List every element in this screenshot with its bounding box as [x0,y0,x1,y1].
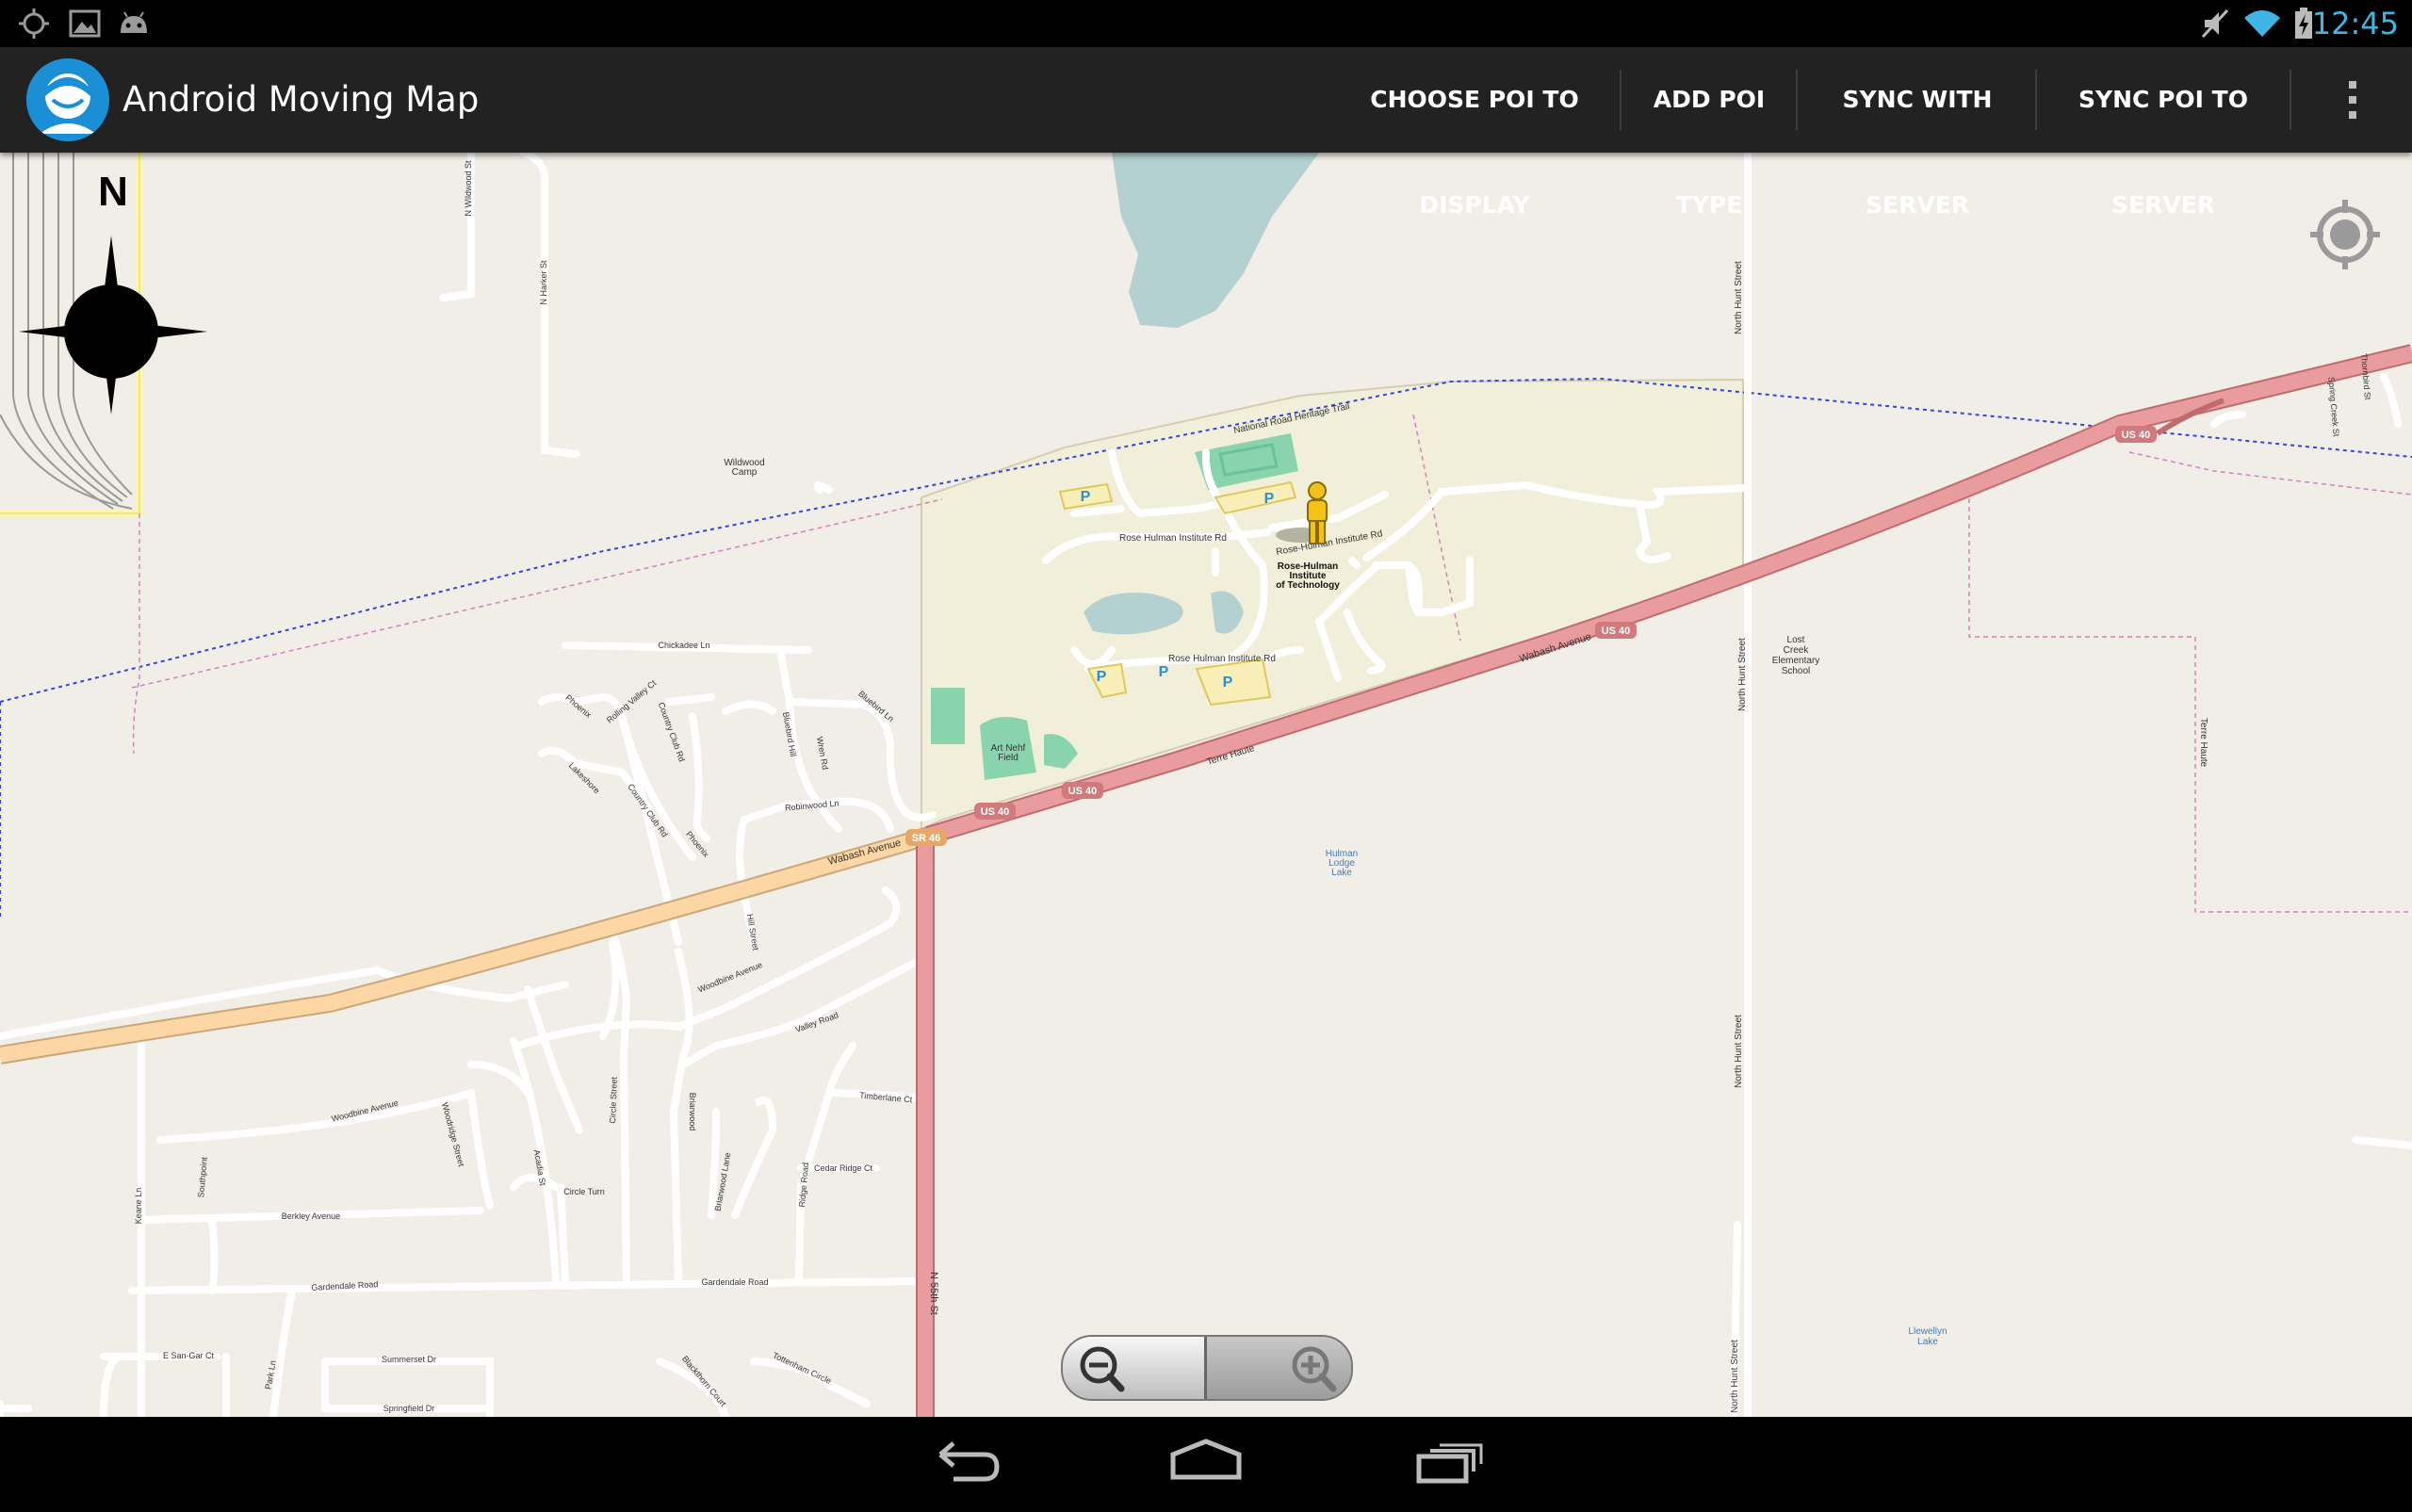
overflow-menu-icon[interactable] [2329,47,2376,153]
svg-text:US 40: US 40 [981,806,1010,818]
svg-text:Elementary: Elementary [1772,656,1820,666]
svg-text:N 55th St: N 55th St [928,1272,939,1315]
menu-divider [1796,70,1798,130]
field [931,688,965,744]
back-icon[interactable] [895,1417,1036,1507]
svg-text:North Hunt Street: North Hunt Street [1737,638,1748,711]
svg-text:Field: Field [998,753,1019,763]
recent-apps-icon[interactable] [1377,1417,1519,1507]
svg-text:Springfield Dr: Springfield Dr [383,1404,435,1413]
svg-text:Country Club Rd: Country Club Rd [657,701,687,763]
svg-text:Lake: Lake [1917,1337,1938,1347]
svg-text:Rose Hulman Institute Rd: Rose Hulman Institute Rd [1168,654,1276,664]
wifi-icon [2242,0,2282,47]
navigation-bar [0,1417,2412,1507]
svg-text:Keane Ln: Keane Ln [134,1188,143,1225]
svg-text:School: School [1782,666,1811,676]
gps-icon [17,0,51,47]
lake [1112,153,1319,328]
battery-charging-icon [2293,0,2314,47]
svg-text:N: N [98,169,128,215]
minor-roads [0,153,2412,1417]
zoom-controls [1061,1335,1353,1401]
my-location-icon[interactable] [2306,196,2384,273]
svg-text:Circle Street: Circle Street [608,1076,619,1123]
add-poi-type-button[interactable]: ADD POI TYPE [1622,47,1796,219]
svg-text:Woodridge Street: Woodridge Street [440,1101,466,1168]
svg-text:Rose Hulman Institute Rd: Rose Hulman Institute Rd [1119,533,1227,544]
svg-text:North Hunt Street: North Hunt Street [1730,1340,1740,1413]
svg-text:Creek: Creek [1784,645,1810,656]
svg-text:P: P [1159,664,1169,680]
svg-text:P: P [1081,489,1091,505]
svg-text:Berkley Avenue: Berkley Avenue [282,1211,340,1221]
svg-text:Camp: Camp [732,467,758,478]
mute-icon [2199,0,2233,47]
map-canvas: US 40 US 40 US 40 US 40 SR 46 P P P P P … [0,153,2412,1417]
svg-text:of Technology: of Technology [1276,580,1340,591]
svg-text:US 40: US 40 [1068,786,1098,797]
svg-text:Chickadee Ln: Chickadee Ln [658,641,709,650]
sync-with-server-button[interactable]: SYNC WITH SERVER [1800,47,2035,219]
svg-text:Woodbine Avenue: Woodbine Avenue [696,960,763,995]
svg-text:Briarwood: Briarwood [688,1093,697,1131]
home-icon[interactable] [1135,1417,1277,1507]
svg-text:Robinwood Ln: Robinwood Ln [785,799,839,813]
svg-text:Circle Turn: Circle Turn [563,1187,605,1196]
action-bar: Android Moving Map CHOOSE POI TO DISPLAY… [0,47,2412,219]
svg-text:US 40: US 40 [1602,626,1631,637]
menu-divider [2035,70,2037,130]
map-view[interactable]: US 40 US 40 US 40 US 40 SR 46 P P P P P … [0,153,2412,1417]
clock: 12:45 [2311,6,2399,41]
svg-text:N Wildwood St: N Wildwood St [464,160,473,217]
svg-text:Gardendale Road: Gardendale Road [701,1277,768,1287]
svg-text:P: P [1223,675,1233,691]
app-avatar-icon[interactable] [26,58,109,141]
svg-text:N Harker St: N Harker St [539,260,548,305]
svg-text:Summerset Dr: Summerset Dr [382,1355,436,1364]
zoom-out-icon [1080,1346,1125,1392]
svg-text:Cedar Ridge Ct: Cedar Ridge Ct [814,1163,873,1173]
choose-poi-button[interactable]: CHOOSE POI TO DISPLAY [1328,47,1621,219]
svg-text:North Hunt Street: North Hunt Street [1734,261,1744,334]
svg-text:E San-Gar Ct: E San-Gar Ct [163,1351,215,1360]
svg-text:Lake: Lake [1331,868,1352,878]
svg-text:Timberlane Ct: Timberlane Ct [859,1091,913,1105]
compass-icon: N [9,160,217,424]
svg-text:Llewellyn: Llewellyn [1908,1326,1947,1337]
svg-text:P: P [1097,669,1107,685]
zoom-out-button[interactable] [1063,1337,1204,1399]
svg-text:Lost: Lost [1787,635,1805,645]
zoom-in-button[interactable] [1207,1337,1351,1399]
menu-divider [2290,70,2291,130]
svg-text:Wren Rd: Wren Rd [815,736,830,771]
status-bar: 12:45 [0,0,2412,47]
svg-text:SR 46: SR 46 [912,833,941,844]
svg-text:US 40: US 40 [2122,430,2151,441]
zoom-in-icon [1292,1346,1337,1392]
app-title: Android Moving Map [122,79,480,120]
android-icon [115,0,153,47]
svg-text:Terre Haute: Terre Haute [2198,718,2208,768]
svg-text:Southpoint: Southpoint [196,1156,209,1197]
sync-poi-to-server-button[interactable]: SYNC POI TO SERVER [2039,47,2288,219]
svg-text:North Hunt Street: North Hunt Street [1734,1015,1744,1088]
svg-text:Blackthorn Court: Blackthorn Court [680,1354,728,1408]
svg-text:Hill Street: Hill Street [745,913,761,951]
menu-divider [1620,70,1622,130]
svg-text:P: P [1264,491,1275,507]
svg-text:Spring Creek St: Spring Creek St [2326,377,2341,438]
picture-icon [68,0,102,47]
